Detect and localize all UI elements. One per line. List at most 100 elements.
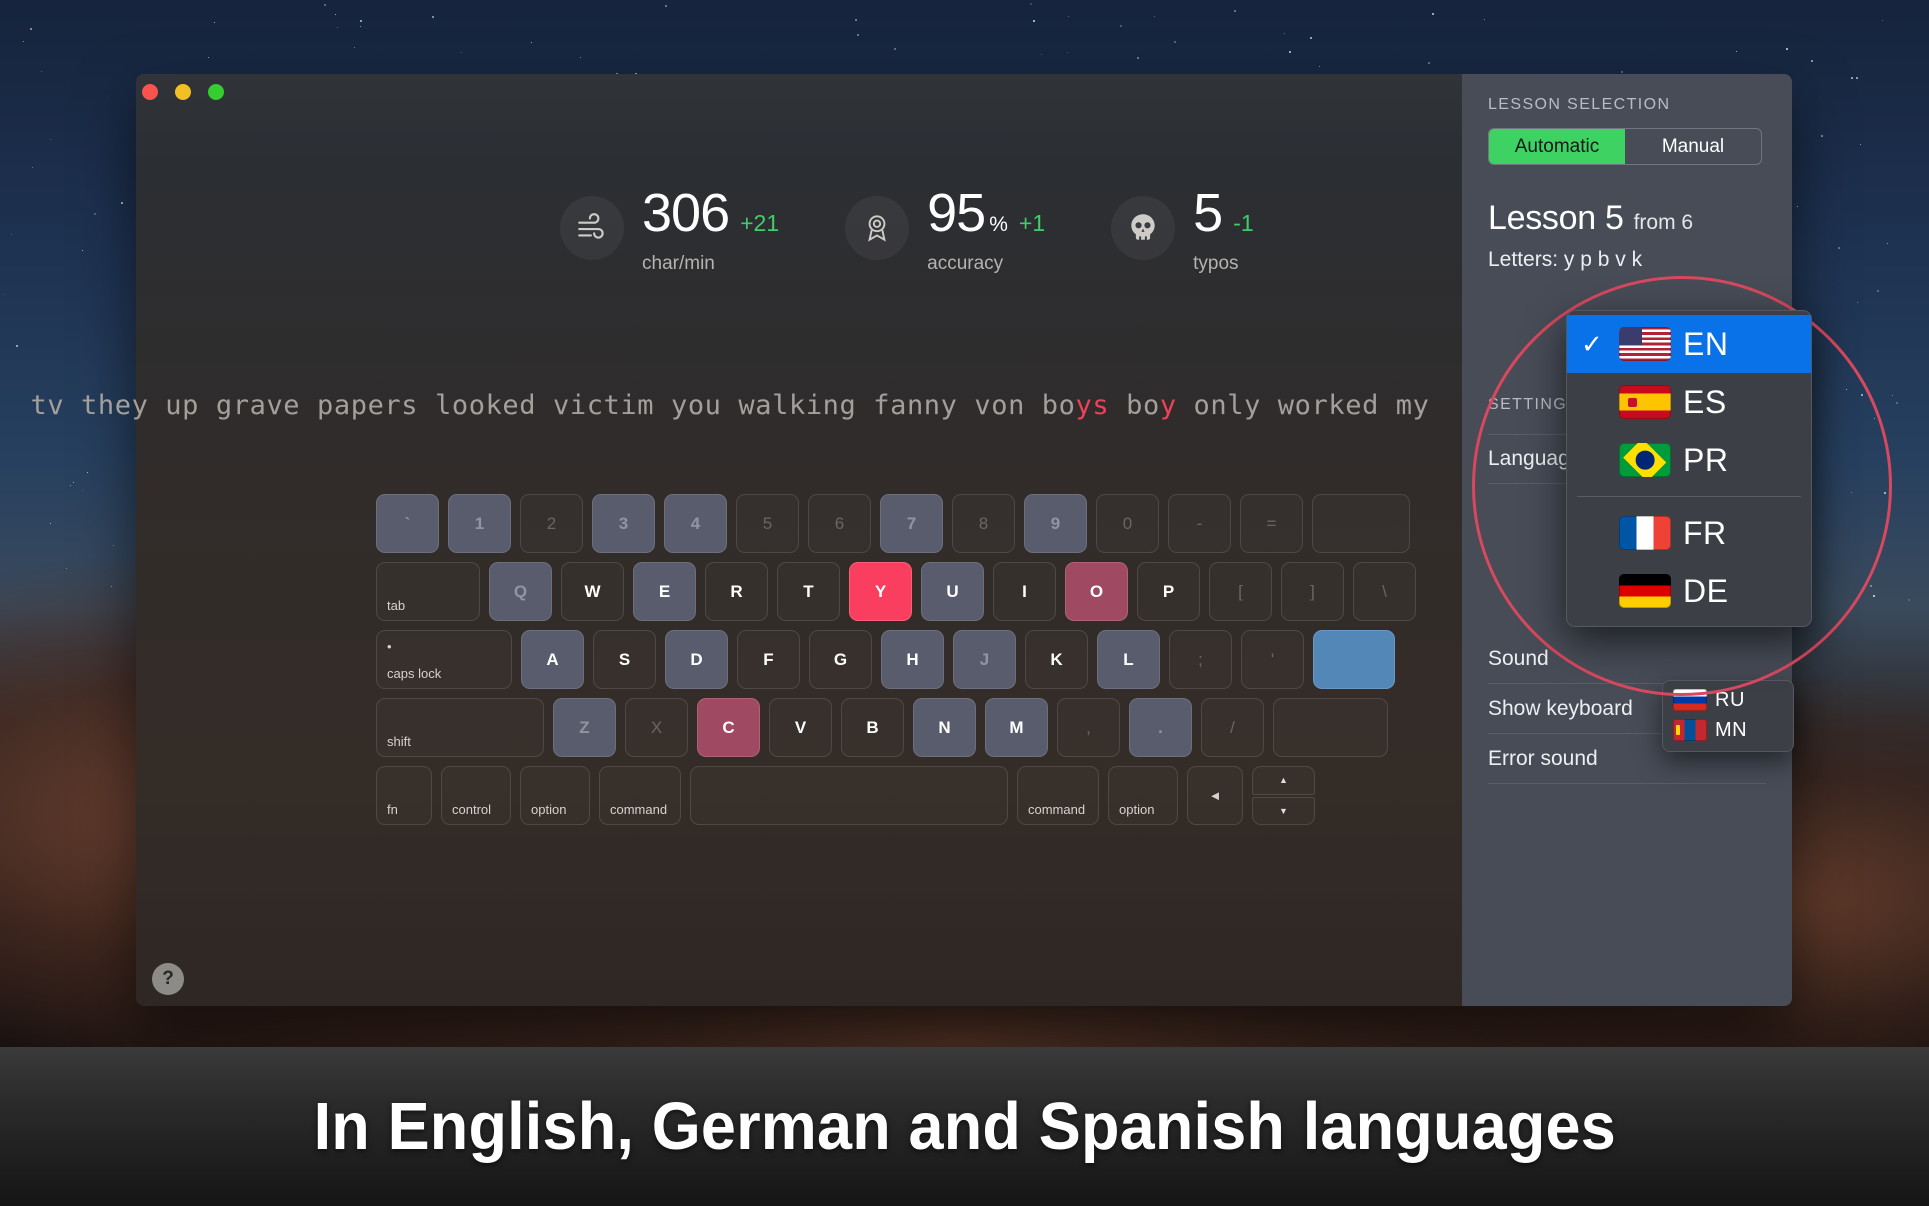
key-5[interactable]: 5 (736, 494, 799, 553)
key-label: L (1123, 649, 1134, 669)
key-g[interactable]: G (809, 630, 872, 689)
key-label: T (803, 581, 814, 601)
language-item-de[interactable]: DE (1567, 562, 1811, 620)
key-x[interactable]: X (625, 698, 688, 757)
arrow-down-icon[interactable]: ▼ (1252, 796, 1315, 825)
language-dropdown-menu[interactable]: ✓ EN ES PR FR DE (1566, 310, 1812, 627)
key-d[interactable]: D (665, 630, 728, 689)
key-6[interactable]: 6 (808, 494, 871, 553)
minimize-button-icon[interactable] (175, 84, 191, 100)
key-capsxlock[interactable]: • caps lock (376, 630, 512, 689)
key-x[interactable]: \ (1353, 562, 1416, 621)
key-u[interactable]: U (921, 562, 984, 621)
lesson-mode-automatic[interactable]: Automatic (1489, 129, 1625, 164)
key-p[interactable]: P (1137, 562, 1200, 621)
key-n[interactable]: N (913, 698, 976, 757)
key-command[interactable]: command (1017, 766, 1099, 825)
key-3[interactable]: 3 (592, 494, 655, 553)
key-blank[interactable] (1312, 494, 1410, 553)
language-item-pr[interactable]: PR (1567, 431, 1811, 489)
close-button-icon[interactable] (142, 84, 158, 100)
key-v[interactable]: V (769, 698, 832, 757)
key-command[interactable]: command (599, 766, 681, 825)
key-q[interactable]: Q (489, 562, 552, 621)
key-label: 2 (546, 513, 557, 533)
language-item-fr[interactable]: FR (1567, 504, 1811, 562)
lesson-heading: Lesson 5 from 6 (1488, 199, 1766, 238)
key-option[interactable]: option (1108, 766, 1178, 825)
window-traffic-lights[interactable] (142, 84, 224, 100)
key-f[interactable]: F (737, 630, 800, 689)
key-w[interactable]: W (561, 562, 624, 621)
key-x[interactable]: . (1129, 698, 1192, 757)
language-menu-overflow[interactable]: RU MN (1662, 680, 1794, 752)
key-blank[interactable] (690, 766, 1008, 825)
key-a[interactable]: A (521, 630, 584, 689)
key-arrows[interactable]: ▲ ▼ (1252, 766, 1315, 825)
key-b[interactable]: B (841, 698, 904, 757)
key-k[interactable]: K (1025, 630, 1088, 689)
arrow-up-icon[interactable]: ▲ (1252, 766, 1315, 795)
key-j[interactable]: J (953, 630, 1016, 689)
key-blank[interactable] (1313, 630, 1395, 689)
key-y[interactable]: Y (849, 562, 912, 621)
wind-icon (560, 196, 624, 260)
flag-icon-pr (1619, 443, 1671, 477)
key-s[interactable]: S (593, 630, 656, 689)
key-control[interactable]: control (441, 766, 511, 825)
language-code-label: DE (1683, 572, 1729, 609)
language-item-mn[interactable]: MN (1663, 715, 1793, 745)
key-m[interactable]: M (985, 698, 1048, 757)
language-item-es[interactable]: ES (1567, 373, 1811, 431)
stat-typos: 5 -1 typos (1111, 186, 1254, 275)
lesson-mode-segmented-control[interactable]: Automatic Manual (1488, 128, 1762, 165)
key-x[interactable]: ' (1241, 630, 1304, 689)
language-code-label: EN (1683, 325, 1729, 362)
key-z[interactable]: Z (553, 698, 616, 757)
key-label: . (1158, 717, 1163, 737)
key-e[interactable]: E (633, 562, 696, 621)
key-x[interactable]: - (1168, 494, 1231, 553)
stat-value: 5 (1193, 183, 1223, 243)
key-t[interactable]: T (777, 562, 840, 621)
key-0[interactable]: 0 (1096, 494, 1159, 553)
key-x[interactable]: , (1057, 698, 1120, 757)
key-o[interactable]: O (1065, 562, 1128, 621)
key-2[interactable]: 2 (520, 494, 583, 553)
key-1[interactable]: 1 (448, 494, 511, 553)
key-label: Q (513, 581, 528, 601)
key-x[interactable]: = (1240, 494, 1303, 553)
stat-label: typos (1193, 253, 1239, 274)
key-8[interactable]: 8 (952, 494, 1015, 553)
key-x[interactable]: ` (376, 494, 439, 553)
key-c[interactable]: C (697, 698, 760, 757)
key-l[interactable]: L (1097, 630, 1160, 689)
key-option[interactable]: option (520, 766, 590, 825)
key-7[interactable]: 7 (880, 494, 943, 553)
typing-segment: bo (1109, 390, 1160, 421)
key-x[interactable]: [ (1209, 562, 1272, 621)
key-i[interactable]: I (993, 562, 1056, 621)
flag-icon-de (1619, 574, 1671, 608)
key-x[interactable]: / (1201, 698, 1264, 757)
virtual-keyboard[interactable]: ` 1 2 3 4 5 6 7 8 9 0 - = tab Q W E R T Y U I O P [] \ • caps lock A… (376, 494, 1416, 834)
language-item-ru[interactable]: RU (1663, 685, 1793, 715)
key-x[interactable]: ◄ (1187, 766, 1243, 825)
language-item-en[interactable]: ✓ EN (1567, 315, 1811, 373)
key-shift[interactable]: shift (376, 698, 544, 757)
key-r[interactable]: R (705, 562, 768, 621)
help-button[interactable]: ? (152, 963, 184, 995)
key-tab[interactable]: tab (376, 562, 480, 621)
key-9[interactable]: 9 (1024, 494, 1087, 553)
key-blank[interactable] (1273, 698, 1388, 757)
lesson-mode-manual[interactable]: Manual (1625, 129, 1761, 164)
setting-row-sound[interactable]: Sound (1488, 634, 1766, 684)
key-fn[interactable]: fn (376, 766, 432, 825)
key-x[interactable]: ] (1281, 562, 1344, 621)
key-x[interactable]: ; (1169, 630, 1232, 689)
key-label: Y (874, 581, 887, 601)
key-4[interactable]: 4 (664, 494, 727, 553)
zoom-button-icon[interactable] (208, 84, 224, 100)
key-label: 4 (690, 513, 701, 533)
key-h[interactable]: H (881, 630, 944, 689)
